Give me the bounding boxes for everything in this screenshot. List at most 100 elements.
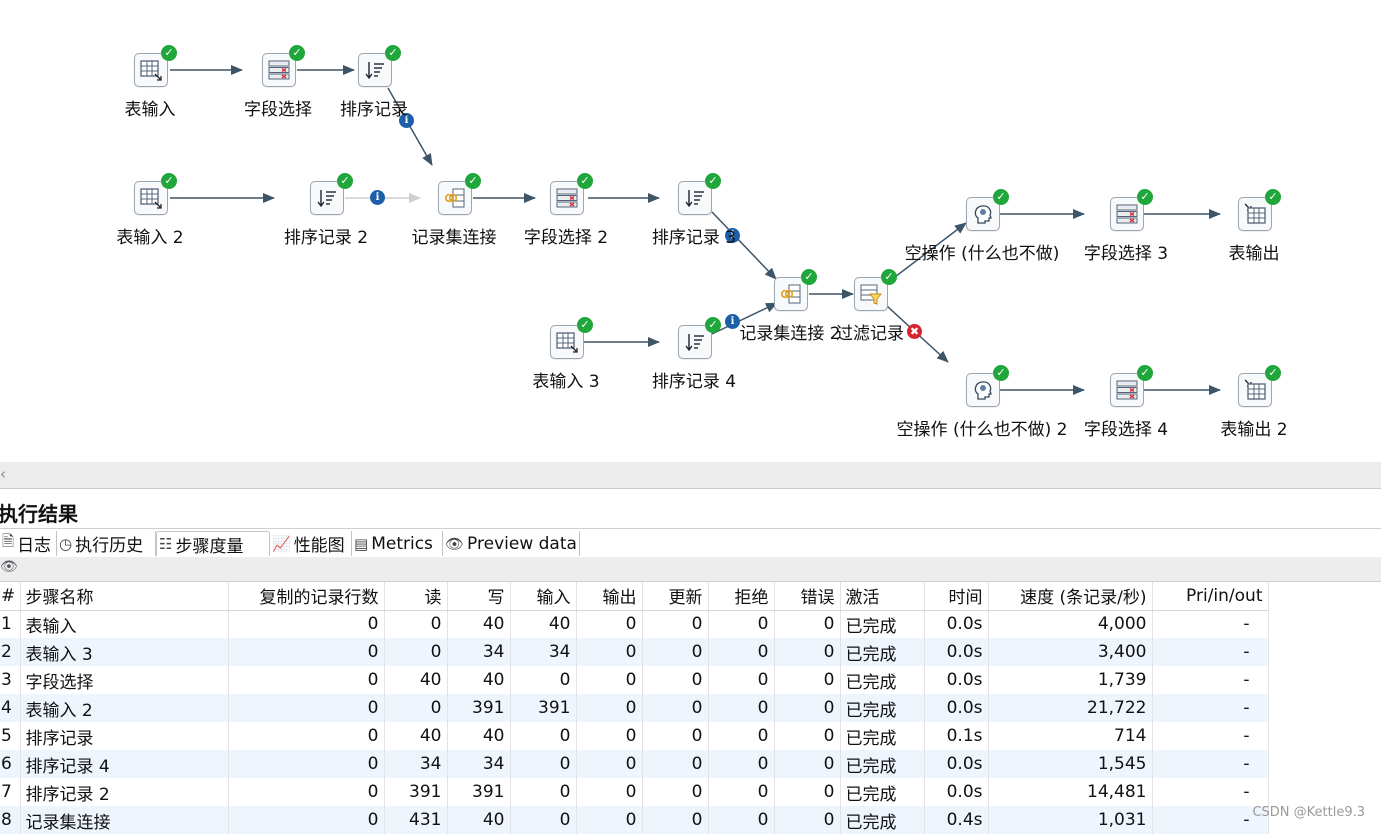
step-label: 排序记录 4: [651, 372, 737, 392]
table-cell: 表输入 3: [20, 638, 229, 666]
table-cell: 0: [708, 694, 775, 722]
success-check-icon: ✓: [577, 173, 593, 189]
step-metrics-grid: # 步骤名称 复制的记录行数读写输入 输出 更新 拒绝 错误 激活 时间 速度 (条记录/秒) Pr…: [0, 582, 1269, 834]
table-cell: 0.0s: [924, 638, 989, 666]
table-cell: 0: [228, 722, 385, 750]
column-header[interactable]: 拒绝: [708, 582, 775, 611]
table-cell: 0: [510, 666, 577, 694]
column-header[interactable]: 输出: [576, 582, 643, 611]
column-header[interactable]: 错误: [774, 582, 841, 611]
eye-icon[interactable]: 👁: [0, 559, 18, 575]
step-s1[interactable]: ✓: [134, 45, 177, 87]
table-cell: 0: [228, 638, 385, 666]
step-s12[interactable]: ✓: [854, 269, 897, 311]
column-header[interactable]: 写: [447, 582, 511, 611]
column-header[interactable]: 速度 (条记录/秒): [988, 582, 1153, 611]
watermark: CSDN @Kettle9.3: [1252, 805, 1365, 820]
table-cell: 14,481: [988, 778, 1153, 806]
tab-log[interactable]: 🗎 日志: [0, 531, 57, 556]
step-s13[interactable]: ✓: [966, 189, 1009, 231]
table-cell: 0: [708, 666, 775, 694]
table-row[interactable]: 8 记录集连接 0 431 40 0 0 0 0 0 已完成 0.4s 1,031-: [0, 806, 1269, 834]
table-cell: 714: [988, 722, 1153, 750]
column-header[interactable]: 更新: [642, 582, 709, 611]
step-s3[interactable]: ✓: [358, 45, 401, 87]
tab-metrics[interactable]: ▤ Metrics: [352, 531, 443, 556]
table-cell: 0.1s: [924, 722, 989, 750]
table-cell: 4: [0, 694, 21, 722]
table-row[interactable]: 3 字段选择 0 40 40 0 0 0 0 0 已完成 0.0s 1,739-: [0, 666, 1269, 694]
table-cell: 0: [642, 778, 709, 806]
step-label: 排序记录 2: [283, 228, 369, 248]
step-s16[interactable]: ✓: [966, 365, 1009, 407]
table-cell: 排序记录 4: [20, 750, 229, 778]
column-header[interactable]: 复制的记录行数: [228, 582, 385, 611]
transformation-canvas[interactable]: i i i i ✖ ✓ 表输入 ✓ 字段选择 ✓ 排序记录 ✓ 表输入 2 ✓ 排序记录 2 ✓ 记录…: [0, 0, 1381, 462]
column-header[interactable]: 输入: [510, 582, 577, 611]
column-header[interactable]: Pri/in/out: [1152, 582, 1269, 611]
column-header[interactable]: 步骤名称: [20, 582, 229, 611]
panel-splitter[interactable]: ‹: [0, 462, 1381, 489]
success-check-icon: ✓: [1137, 189, 1153, 205]
table-cell: 7: [0, 778, 21, 806]
table-cell: 字段选择: [20, 666, 229, 694]
table-row[interactable]: 6 排序记录 4 0 34 34 0 0 0 0 0 已完成 0.0s 1,545-: [0, 750, 1269, 778]
table-cell: 40: [447, 610, 511, 638]
step-s10[interactable]: ✓: [678, 317, 721, 359]
collapse-left-icon[interactable]: ‹: [0, 465, 6, 483]
table-cell: 已完成: [840, 750, 925, 778]
table-cell: 0: [708, 610, 775, 638]
table-row[interactable]: 1 表输入 0 0 40 40 0 0 0 0 已完成 0.0s 4,000-: [0, 610, 1269, 638]
tab-eye[interactable]: 👁 Preview data: [443, 531, 580, 556]
table-cell: 0.0s: [924, 610, 989, 638]
table-cell: 0: [384, 694, 448, 722]
table-cell: 0: [228, 806, 385, 834]
table-row[interactable]: 7 排序记录 2 0 391 391 0 0 0 0 0 已完成 0.0s 14,481-: [0, 778, 1269, 806]
table-cell: 0.4s: [924, 806, 989, 834]
table-cell: 0.0s: [924, 778, 989, 806]
table-row[interactable]: 2 表输入 3 0 0 34 34 0 0 0 0 已完成 0.0s 3,400-: [0, 638, 1269, 666]
step-s15[interactable]: ✓: [1238, 189, 1281, 231]
table-cell: 40: [447, 666, 511, 694]
tab-history[interactable]: ◷ 执行历史: [57, 531, 156, 556]
table-cell: 0: [384, 638, 448, 666]
step-label: 排序记录: [340, 100, 408, 120]
table-cell: 已完成: [840, 722, 925, 750]
success-check-icon: ✓: [577, 317, 593, 333]
table-cell: 6: [0, 750, 21, 778]
step-s14[interactable]: ✓: [1110, 189, 1153, 231]
step-s6[interactable]: ✓: [438, 173, 481, 215]
tab-step-metrics[interactable]: ☷ 步骤度量: [156, 531, 270, 557]
step-s11[interactable]: ✓: [774, 269, 817, 311]
column-header[interactable]: #: [0, 582, 21, 611]
table-cell: 8: [0, 806, 21, 834]
step-s17[interactable]: ✓: [1110, 365, 1153, 407]
step-s4[interactable]: ✓: [134, 173, 177, 215]
table-cell: 已完成: [840, 610, 925, 638]
step-s9[interactable]: ✓: [550, 317, 593, 359]
table-cell: 0: [774, 778, 841, 806]
step-label: 记录集连接 2: [739, 324, 841, 344]
table-cell: 0: [708, 750, 775, 778]
step-s7[interactable]: ✓: [550, 173, 593, 215]
panel-title: 执行结果: [0, 502, 78, 526]
column-header[interactable]: 读: [384, 582, 448, 611]
table-cell: 0: [576, 750, 643, 778]
step-s18[interactable]: ✓: [1238, 365, 1281, 407]
tab-performance-chart[interactable]: 📈 性能图: [270, 531, 352, 556]
column-header[interactable]: 激活: [840, 582, 925, 611]
step-s8[interactable]: ✓: [678, 173, 721, 215]
step-s5[interactable]: ✓: [310, 173, 353, 215]
table-cell: 431: [384, 806, 448, 834]
step-label: 空操作 (什么也不做): [904, 244, 1060, 264]
success-check-icon: ✓: [705, 317, 721, 333]
column-header[interactable]: 时间: [924, 582, 989, 611]
success-check-icon: ✓: [801, 269, 817, 285]
table-cell: 5: [0, 722, 21, 750]
step-label: 排序记录 3: [651, 228, 737, 248]
table-cell: 表输入: [20, 610, 229, 638]
step-s2[interactable]: ✓: [262, 45, 305, 87]
table-row[interactable]: 5 排序记录 0 40 40 0 0 0 0 0 已完成 0.1s 714-: [0, 722, 1269, 750]
table-cell: 0: [576, 722, 643, 750]
table-row[interactable]: 4 表输入 2 0 0 391 391 0 0 0 0 已完成 0.0s 21,722-: [0, 694, 1269, 722]
